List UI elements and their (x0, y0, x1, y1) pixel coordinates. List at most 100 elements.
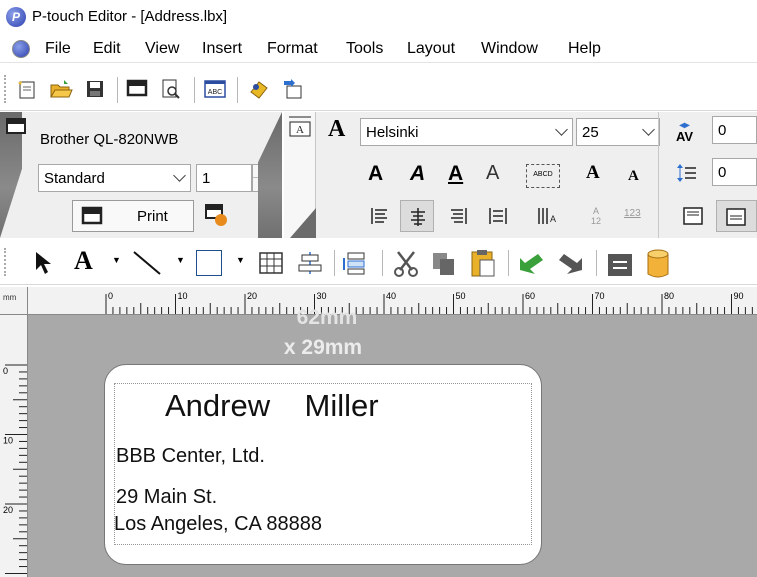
redo-icon[interactable] (556, 250, 586, 278)
menu-layout[interactable]: Layout (407, 40, 455, 58)
text-frame-middle-button[interactable] (716, 200, 757, 232)
ruler-label: 30 (317, 291, 327, 301)
align-left-icon[interactable] (370, 206, 390, 226)
menu-edit[interactable]: Edit (93, 40, 121, 58)
toolbar-separator (334, 250, 335, 276)
justify-icon[interactable] (488, 206, 508, 226)
text-frame-top-icon[interactable] (682, 206, 704, 226)
dock-separator (658, 112, 659, 238)
copy-icon[interactable] (430, 250, 458, 278)
print-button-icon (81, 206, 103, 225)
character-spacing-value: 0 (718, 121, 727, 139)
print-button[interactable]: Print (72, 200, 194, 232)
line-spacing-input[interactable]: 0 (712, 158, 757, 186)
ruler-label: 10 (3, 436, 13, 446)
character-spacing-input[interactable]: 0 (712, 116, 757, 144)
open-folder-icon[interactable] (48, 76, 74, 102)
ruler-label: 60 (525, 291, 535, 301)
label-street-text[interactable]: 29 Main St. (116, 486, 217, 509)
print-preview-icon[interactable] (158, 76, 184, 102)
ruler-label: 10 (178, 291, 188, 301)
printer-icon (6, 118, 26, 136)
printer-name: Brother QL-820NWB (40, 131, 179, 148)
label-name-text[interactable]: Andrew Miller (165, 388, 379, 424)
vertical-text-icon[interactable]: A (536, 206, 558, 226)
align-center-icon (411, 208, 425, 226)
outline-icon[interactable]: A (486, 162, 499, 185)
database-icon[interactable] (646, 249, 670, 279)
toolbar-separator (237, 77, 238, 103)
vertical-ruler-ticks: 0 10 20 (3, 364, 27, 574)
decrease-font-icon[interactable]: A (628, 168, 639, 185)
print-button-label: Print (137, 207, 168, 225)
print-icon[interactable] (124, 76, 150, 102)
numbering-icon[interactable]: 123 (624, 208, 641, 219)
copies-input[interactable]: 1 (196, 164, 252, 192)
select-pointer-icon[interactable] (32, 250, 58, 276)
undo-icon[interactable] (516, 250, 546, 278)
character-spacing-icon: ◂▸ AV (676, 120, 694, 144)
menu-tools[interactable]: Tools (346, 40, 383, 58)
font-select[interactable]: Helsinki (360, 118, 573, 146)
menu-file[interactable]: File (45, 40, 71, 58)
increase-font-icon[interactable]: A (586, 162, 600, 184)
dropdown-arrow-icon[interactable]: ▼ (176, 255, 185, 265)
align-objects-icon[interactable] (296, 250, 324, 276)
label-company-text[interactable]: BBB Center, Ltd. (116, 445, 265, 468)
app-logo-icon: P (6, 7, 26, 27)
label-city-text[interactable]: Los Angeles, CA 88888 (114, 513, 322, 536)
font-dock-icon: A (328, 116, 346, 142)
object-properties-icon[interactable] (606, 252, 634, 278)
font-select-value: Helsinki (366, 123, 419, 141)
menu-help[interactable]: Help (568, 40, 601, 58)
text-tool-icon[interactable]: A (74, 246, 93, 276)
bold-icon[interactable]: A (368, 162, 383, 186)
document-control-icon[interactable] (12, 40, 30, 58)
font-size-select[interactable]: 25 (576, 118, 660, 146)
align-right-icon[interactable] (448, 206, 468, 226)
line-spacing-icon (676, 162, 698, 184)
print-mode-select[interactable]: Standard (38, 164, 191, 192)
ruler-label: 80 (664, 291, 674, 301)
dropdown-arrow-icon[interactable]: ▼ (236, 255, 245, 265)
rectangle-tool-icon[interactable] (196, 250, 222, 276)
save-icon[interactable] (82, 76, 108, 102)
menu-view[interactable]: View (145, 40, 179, 58)
toolbar-separator (508, 250, 509, 276)
menu-format[interactable]: Format (267, 40, 318, 58)
toolbar-grip[interactable] (4, 75, 8, 103)
printer-properties-dock: Brother QL-820NWB Standard 1 ▲ ▼ Print (0, 112, 282, 238)
arrange-icon[interactable] (342, 250, 370, 276)
dropdown-arrow-icon[interactable]: ▼ (112, 255, 121, 265)
align-center-button[interactable] (400, 200, 434, 232)
toolbar-separator (194, 77, 195, 103)
table-tool-icon[interactable] (258, 250, 284, 276)
chevron-down-icon (642, 123, 655, 136)
label-size-width: 62mm (296, 306, 358, 329)
text-properties-dock: A A Helsinki 25 A A A A ABCD A A A A 12 1… (284, 112, 757, 238)
wizard-icon[interactable] (246, 76, 272, 102)
font-size-value: 25 (582, 123, 599, 141)
new-document-icon[interactable] (14, 76, 40, 102)
printer-settings-icon[interactable] (204, 202, 230, 228)
paste-icon[interactable] (468, 248, 498, 278)
underline-icon[interactable]: A (448, 162, 463, 186)
menu-window[interactable]: Window (481, 40, 538, 58)
print-mode-value: Standard (44, 169, 105, 187)
cut-icon[interactable] (392, 250, 420, 278)
menu-insert[interactable]: Insert (202, 40, 242, 58)
ruler-unit-corner: mm (0, 287, 28, 315)
text-layout-icon[interactable]: A (287, 114, 313, 138)
text-box-icon[interactable]: ABC (202, 76, 228, 102)
window-title: P-touch Editor - [Address.lbx] (32, 8, 228, 25)
ruler-label: 40 (386, 291, 396, 301)
line-spacing-value: 0 (718, 163, 727, 181)
fraction-icon[interactable]: A 12 (586, 206, 606, 226)
toolbar-grip[interactable] (4, 248, 8, 276)
character-style-icon[interactable]: ABCD (526, 164, 560, 188)
transfer-icon[interactable] (280, 76, 306, 102)
vertical-ruler: 0 10 20 (0, 315, 28, 577)
italic-icon[interactable]: A (410, 162, 425, 186)
ruler-label: 20 (247, 291, 257, 301)
line-tool-icon[interactable] (132, 248, 162, 278)
